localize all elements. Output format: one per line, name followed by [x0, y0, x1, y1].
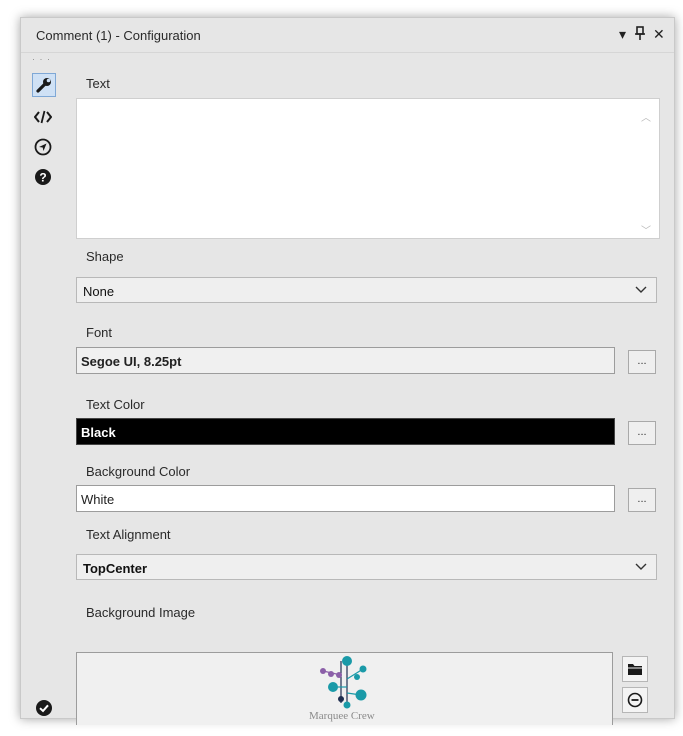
background-image-preview[interactable]: Marquee Crew	[76, 652, 613, 725]
chevron-down-icon	[635, 563, 647, 570]
dropdown-menu-icon[interactable]: ▾	[619, 26, 626, 43]
minus-circle-icon	[627, 692, 643, 708]
text-color-field[interactable]: Black	[76, 418, 615, 445]
font-picker-button[interactable]: ...	[628, 350, 656, 374]
folder-icon	[628, 664, 642, 675]
form-area: Text ︿ ﹀ Shape None Font Segoe UI, 8.25p…	[76, 52, 662, 725]
text-color-label: Text Color	[86, 397, 145, 412]
open-folder-button[interactable]	[622, 656, 648, 682]
wrench-icon[interactable]	[32, 73, 56, 97]
background-image-label: Background Image	[86, 605, 196, 620]
text-alignment-label: Text Alignment	[86, 527, 171, 542]
text-color-value: Black	[81, 425, 116, 440]
shape-value: None	[83, 284, 115, 299]
text-alignment-value: TopCenter	[83, 561, 148, 576]
compass-icon[interactable]	[32, 136, 54, 158]
shape-select[interactable]: None	[76, 277, 657, 303]
shape-label: Shape	[86, 249, 124, 264]
text-label: Text	[86, 76, 110, 91]
background-color-value: White	[81, 492, 115, 507]
panel-title: Comment (1) - Configuration	[36, 28, 201, 43]
more-dots[interactable]: · · ·	[32, 54, 51, 64]
background-color-field[interactable]: White	[76, 485, 615, 512]
marquee-crew-logo	[320, 656, 367, 709]
text-color-picker-button[interactable]: ...	[628, 421, 656, 445]
font-label: Font	[86, 325, 113, 340]
remove-image-button[interactable]	[622, 687, 648, 713]
scroll-up-icon[interactable]: ︿	[641, 109, 654, 124]
background-image-caption: Marquee Crew	[309, 710, 375, 722]
configuration-panel: Comment (1) - Configuration ▾ ✕ · · · ?	[20, 17, 675, 725]
close-icon[interactable]: ✕	[653, 26, 665, 43]
checkmark-circle-icon	[35, 699, 53, 720]
background-color-label: Background Color	[86, 464, 191, 479]
font-value: Segoe UI, 8.25pt	[81, 354, 182, 369]
text-alignment-select[interactable]: TopCenter	[76, 554, 657, 580]
font-field[interactable]: Segoe UI, 8.25pt	[76, 347, 615, 374]
svg-text:?: ?	[39, 171, 46, 185]
background-color-picker-button[interactable]: ...	[628, 488, 656, 512]
help-icon[interactable]: ?	[32, 166, 54, 188]
pin-icon[interactable]	[635, 26, 645, 43]
chevron-down-icon	[635, 286, 647, 293]
title-bar: Comment (1) - Configuration ▾ ✕	[21, 18, 674, 53]
code-icon[interactable]	[32, 106, 54, 128]
text-input[interactable]	[76, 98, 660, 239]
